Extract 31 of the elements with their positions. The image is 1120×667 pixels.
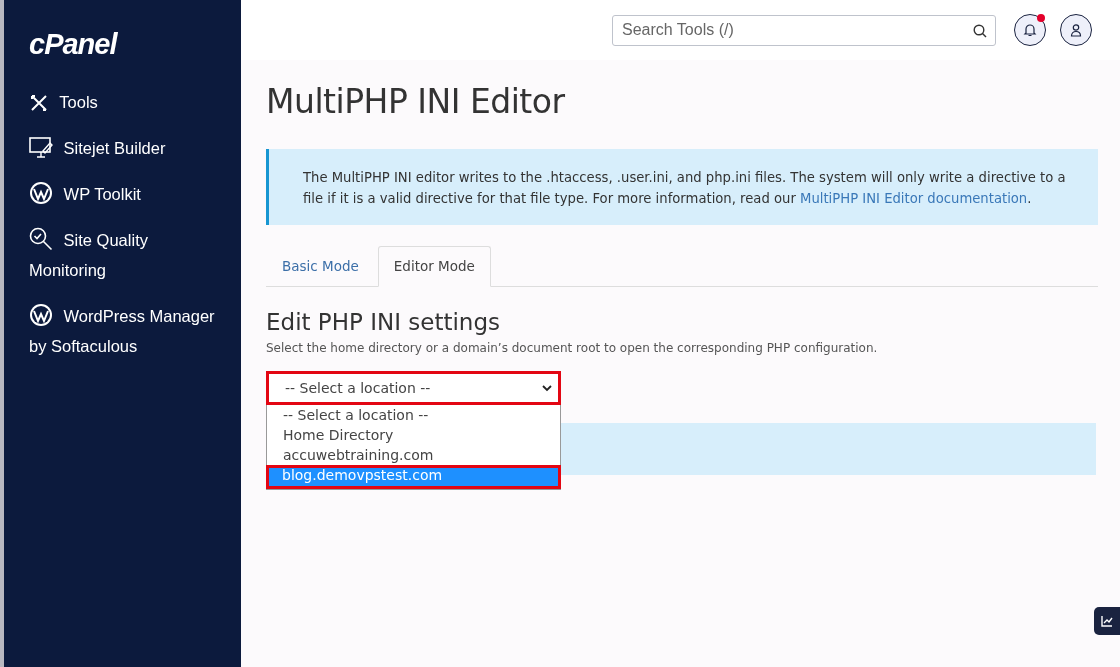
sidebar-item[interactable]: WordPress Manager by Softaculous xyxy=(29,301,229,361)
section-description: Select the home directory or a domain’s document root to open the corresponding PHP configuration. xyxy=(266,341,879,355)
location-select[interactable]: -- Select a location -- xyxy=(266,371,561,405)
mode-tab[interactable]: Basic Mode xyxy=(266,246,375,287)
sidebar-item[interactable]: Site Quality Monitoring xyxy=(29,225,229,285)
search-icon xyxy=(973,23,987,38)
bell-icon xyxy=(1023,23,1037,37)
dropdown-option[interactable]: accuwebtraining.com xyxy=(267,445,560,465)
chart-icon xyxy=(1101,615,1113,627)
sidebar-item[interactable]: Sitejet Builder xyxy=(29,133,229,163)
page-title: MultiPHP INI Editor xyxy=(266,82,566,121)
search-check-icon xyxy=(29,227,53,251)
search-field[interactable]: Search Tools (/) xyxy=(612,14,996,46)
dropdown-option[interactable]: -- Select a location -- xyxy=(267,405,560,425)
section-title: Edit PHP INI settings xyxy=(266,309,501,335)
sidebar-item[interactable]: WP Toolkit xyxy=(29,179,229,209)
monitor-icon xyxy=(29,137,53,159)
dropdown-option[interactable]: Home Directory xyxy=(267,425,560,445)
user-button[interactable] xyxy=(1060,14,1092,46)
cpanel-logo[interactable]: cPanel xyxy=(29,28,241,61)
tools-icon xyxy=(29,93,49,113)
user-icon xyxy=(1069,23,1083,37)
wordpress-icon xyxy=(29,181,53,205)
chart-button[interactable] xyxy=(1094,607,1120,635)
wordpress-icon xyxy=(29,303,53,327)
sidebar-item[interactable]: Tools xyxy=(29,87,229,117)
mode-tab[interactable]: Editor Mode xyxy=(377,246,491,287)
documentation-link[interactable]: MultiPHP INI Editor documentation xyxy=(800,191,1028,206)
notifications-button[interactable] xyxy=(1014,14,1046,46)
info-text: The MultiPHP INI editor writes to the .htaccess, .user.ini, and php.ini files. The system will only write a directive to a file if it is a valid directive for that file type. For more information, read our MultiPHP INI Editor documentation. xyxy=(303,169,1067,208)
chevron-down-icon xyxy=(542,384,552,392)
